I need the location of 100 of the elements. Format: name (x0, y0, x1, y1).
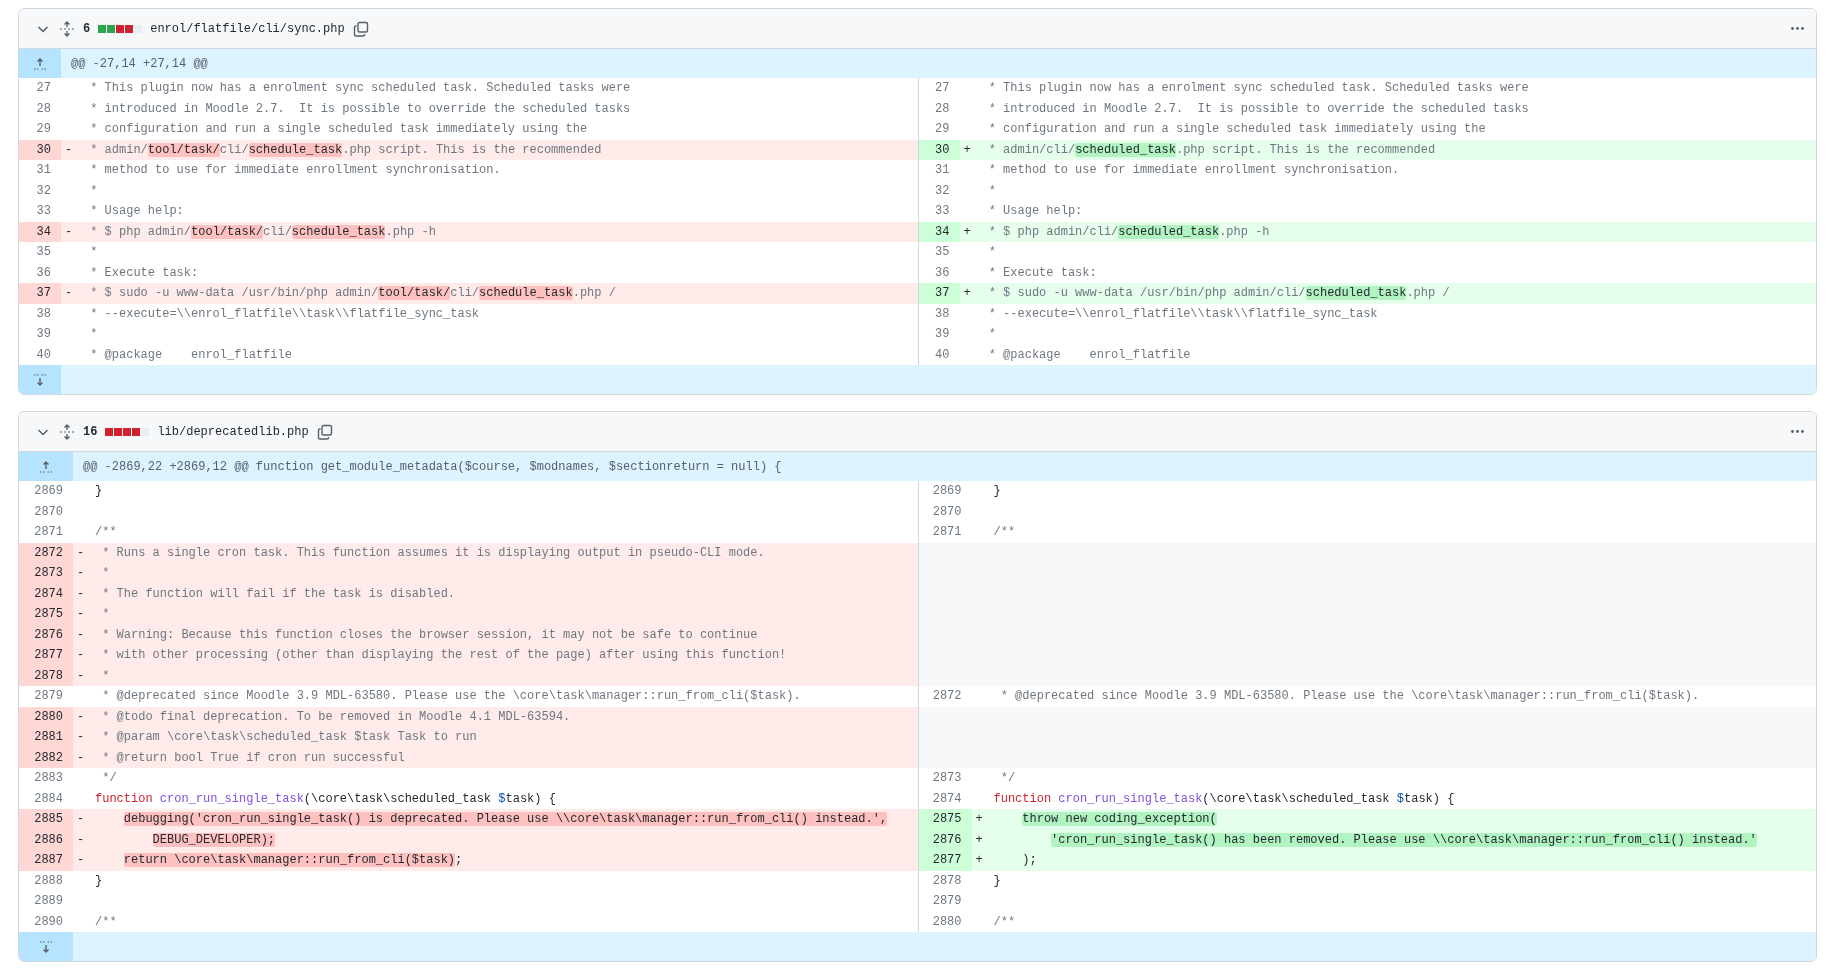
line-number: 31 (35, 162, 52, 179)
code-line: * method to use for immediate enrollment synchronisation. (987, 162, 1400, 179)
diff-marker: - (64, 141, 74, 159)
expand-down-icon (32, 371, 48, 388)
line-number: 2878 (19, 665, 73, 686)
code-line: * (987, 182, 996, 200)
line-number: 32 (35, 182, 52, 200)
line-number: 2874 (19, 583, 73, 604)
diff-marker: - (64, 223, 74, 241)
code-line: */ (101, 770, 117, 787)
code-line: * Execute task: (987, 264, 1097, 282)
diff-marker: - (76, 667, 86, 685)
line-number: 2878 (917, 870, 972, 891)
file-path-link[interactable]: lib/deprecatedlib.php (157, 424, 309, 439)
code-line: * @deprecated since Moodle 3.9 MDL-63580. Please use the \core\task\manager::run_from_cli($task). (101, 688, 801, 705)
expand-down-icon (38, 938, 54, 955)
more-options-button[interactable] (1789, 25, 1806, 32)
diff-marker: - (76, 585, 86, 603)
code-line: * $ sudo -u www-data /usr/bin/php admin/cli/scheduled_task.php / (987, 285, 1450, 302)
line-number: 38 (917, 303, 960, 324)
more-options-button[interactable] (1789, 428, 1806, 435)
code-line: * $ php admin/tool/task/cli/schedule_task.php -h (89, 223, 436, 241)
code-line: * (987, 244, 996, 261)
code-line: * method to use for immediate enrollment synchronisation. (89, 162, 501, 179)
code-line: */ (999, 770, 1016, 787)
diff-marker: + (974, 831, 984, 849)
code-line: /** (993, 524, 1016, 541)
diff-marker: - (76, 708, 86, 726)
line-number: 2872 (917, 686, 972, 707)
code-line: * This plugin now has a enrolment sync scheduled task. Scheduled tasks were (987, 80, 1529, 97)
diff-marker: - (76, 831, 86, 849)
code-line: * Usage help: (89, 203, 184, 220)
code-line: * (89, 182, 98, 200)
code-line: function cron_run_single_task(\core\task\scheduled_task $task) { (993, 790, 1455, 808)
diff-marker: + (962, 223, 972, 241)
code-line: * Warning: Because this function closes the browser session, it may not be safe to continue (101, 626, 758, 644)
line-number: 2885 (19, 809, 73, 830)
line-number: 31 (917, 160, 960, 181)
code-line: * introduced in Moodle 2.7. It is possible to override the scheduled tasks (89, 100, 631, 118)
code-line: } (993, 872, 1001, 890)
copy-icon (316, 423, 333, 440)
code-line: * (101, 667, 110, 685)
code-line: return \core\task\manager::run_from_cli($task); (122, 852, 463, 869)
code-line: * $ php admin/cli/scheduled_task.php -h (987, 223, 1270, 241)
unfold-icon (59, 20, 75, 37)
line-number: 2882 (19, 747, 73, 768)
code-line: * (101, 606, 110, 623)
line-number: 2881 (19, 727, 73, 748)
line-number: 33 (917, 201, 960, 222)
line-number: 2869 (33, 483, 64, 500)
code-line: * (89, 326, 98, 343)
line-number: 2884 (33, 790, 64, 808)
hunk-header: @@ -27,14 +27,14 @@ (70, 55, 208, 73)
code-line: * Runs a single cron task. This function assumes it is displaying output in pseudo-CLI mode. (101, 544, 765, 562)
code-line: } (95, 872, 103, 890)
line-number: 2871 (917, 522, 972, 543)
line-number: 2888 (33, 872, 64, 890)
code-line: * configuration and run a single scheduled task immediately using the (89, 121, 588, 138)
line-number: 33 (35, 203, 52, 220)
line-number: 2870 (917, 501, 972, 522)
diff-marker: - (64, 285, 74, 302)
line-number: 2870 (33, 503, 64, 521)
diff-marker: - (76, 544, 86, 562)
line-number: 2871 (33, 524, 64, 541)
line-number: 2872 (19, 542, 73, 563)
code-line: * $ sudo -u www-data /usr/bin/php admin/tool/task/cli/schedule_task.php / (89, 285, 616, 302)
code-line: * Usage help: (987, 203, 1083, 220)
line-number: 2875 (917, 809, 972, 830)
diff-marker: - (76, 749, 86, 767)
code-line: /** (95, 913, 117, 931)
code-line: * @deprecated since Moodle 3.9 MDL-63580. Please use the \core\task\manager::run_from_cli($task). (999, 688, 1700, 705)
line-number: 37 (19, 283, 61, 304)
code-line: ); (1021, 852, 1037, 869)
code-line: * --execute=\\enrol_flatfile\\task\\flatfile_sync_task (89, 305, 480, 323)
line-number: 2886 (19, 829, 73, 850)
diff-marker: + (962, 141, 972, 159)
code-line: * This plugin now has a enrolment sync scheduled task. Scheduled tasks were (89, 80, 631, 97)
code-line: * @param \core\task\scheduled_task $task Task to run (101, 729, 477, 746)
line-number: 35 (35, 244, 52, 261)
line-number: 2877 (19, 645, 73, 666)
line-number: 2873 (917, 768, 972, 789)
diff-marker: - (76, 565, 86, 582)
line-number: 2879 (917, 891, 972, 912)
line-number: 29 (917, 119, 960, 140)
code-line: * @todo final deprecation. To be removed in Moodle 4.1 MDL-63594. (101, 708, 571, 726)
code-line: * (89, 244, 98, 261)
line-number: 35 (917, 242, 960, 263)
diff-marker: - (76, 811, 86, 828)
line-number: 40 (35, 346, 52, 364)
line-number: 2875 (19, 604, 73, 625)
line-number: 2880 (19, 706, 73, 727)
line-number: 2889 (33, 893, 64, 910)
line-number: 38 (35, 305, 52, 323)
line-number: 37 (917, 283, 960, 304)
file-path-link[interactable]: enrol/flatfile/cli/sync.php (150, 21, 345, 36)
code-line: * @package enrol_flatfile (987, 346, 1191, 364)
ellipsis-icon (1791, 27, 1804, 30)
line-number: 36 (35, 264, 52, 282)
code-line: * (987, 326, 996, 343)
code-line: * with other processing (other than displaying the rest of the page) after using this function! (101, 647, 787, 664)
